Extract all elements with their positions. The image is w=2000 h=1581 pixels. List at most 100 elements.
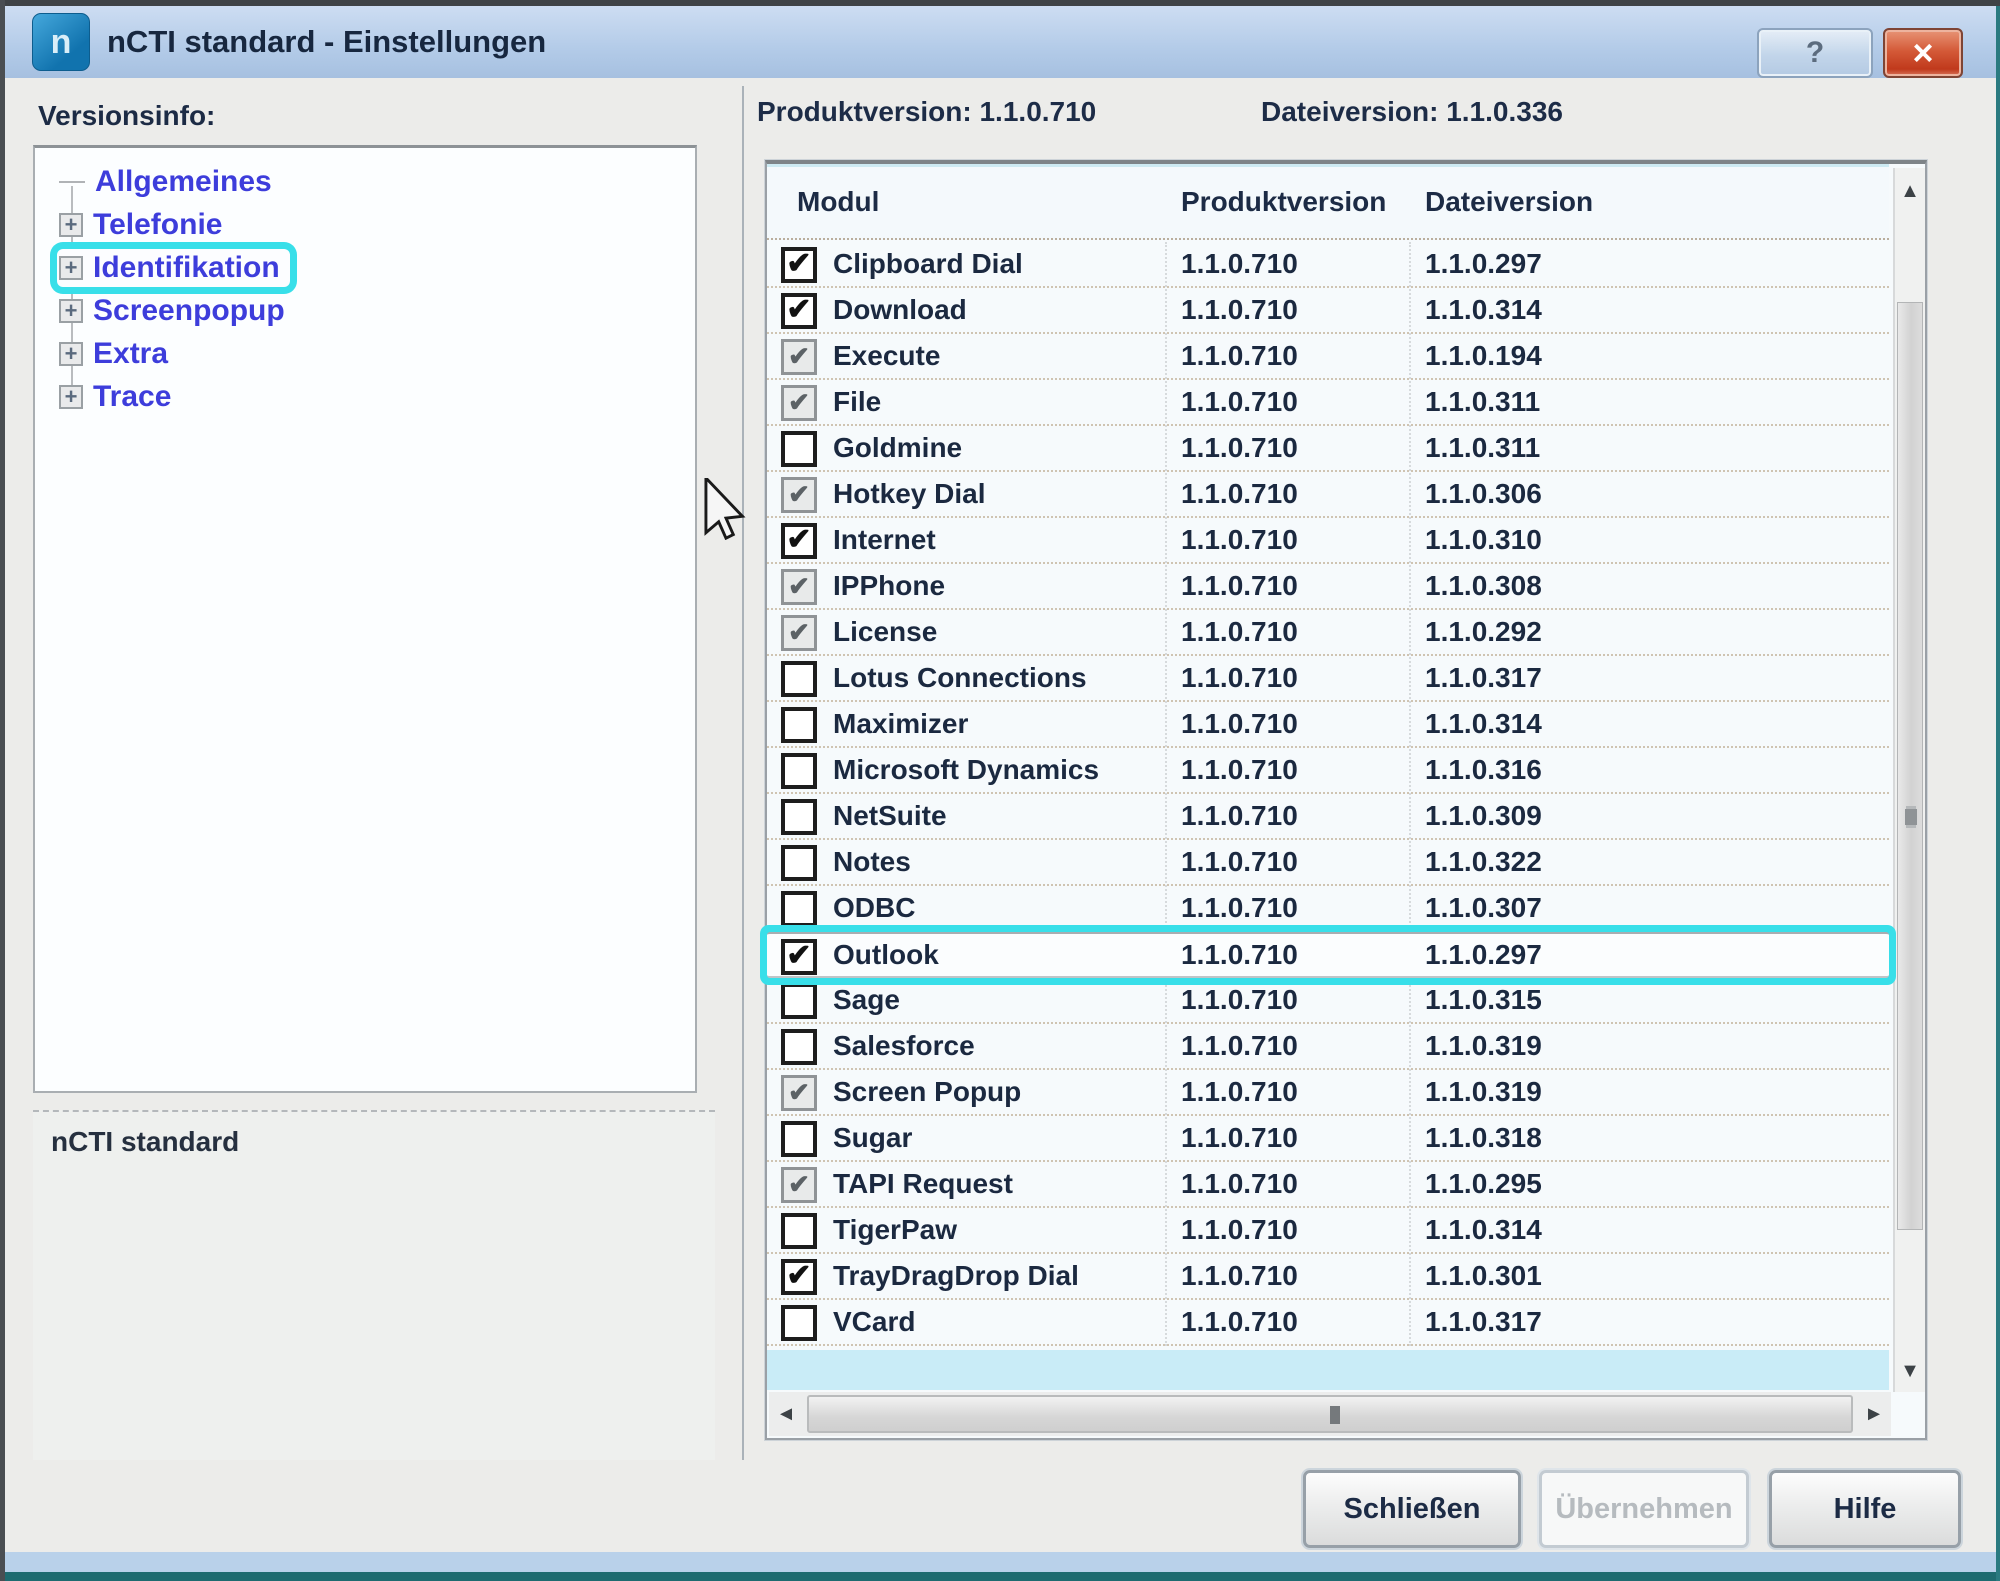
table-row[interactable]: Salesforce 1.1.0.710 1.1.0.319 — [767, 1024, 1889, 1070]
horizontal-scrollbar-thumb[interactable] — [807, 1395, 1853, 1433]
column-header-modul[interactable]: Modul — [797, 186, 879, 218]
table-row[interactable]: Lotus Connections 1.1.0.710 1.1.0.317 — [767, 656, 1889, 702]
module-checkbox[interactable]: ✔ — [781, 1075, 817, 1111]
module-checkbox[interactable] — [781, 1121, 817, 1157]
close-button[interactable]: × — [1883, 28, 1963, 78]
help-button[interactable]: ? — [1757, 28, 1873, 78]
table-row[interactable]: VCard 1.1.0.710 1.1.0.317 — [767, 1300, 1889, 1346]
module-checkbox[interactable] — [781, 1213, 817, 1249]
module-checkbox[interactable]: ✔ — [781, 1167, 817, 1203]
window-border — [1996, 0, 2000, 1581]
module-name: VCard — [833, 1306, 915, 1338]
table-row[interactable]: Microsoft Dynamics 1.1.0.710 1.1.0.316 — [767, 748, 1889, 794]
dateiversion-header: Dateiversion: 1.1.0.336 — [1261, 96, 1563, 128]
module-dateiversion: 1.1.0.317 — [1425, 662, 1542, 694]
scrollbar-left-icon[interactable]: ◄ — [771, 1399, 801, 1429]
tree-item-label: Identifikation — [93, 251, 280, 285]
module-checkbox[interactable] — [781, 799, 817, 835]
scrollbar-up-icon[interactable]: ▲ — [1895, 176, 1925, 206]
tree-item-extra[interactable]: + Extra — [35, 332, 695, 375]
module-checkbox[interactable] — [781, 661, 817, 697]
hilfe-button[interactable]: Hilfe — [1769, 1470, 1961, 1548]
scrollbar-down-icon[interactable]: ▼ — [1895, 1356, 1925, 1386]
versionsinfo-label: Versionsinfo: — [38, 100, 215, 132]
module-produktversion: 1.1.0.710 — [1181, 892, 1298, 924]
vertical-scrollbar[interactable]: ▲ ▼ — [1893, 168, 1925, 1392]
table-row[interactable]: Maximizer 1.1.0.710 1.1.0.314 — [767, 702, 1889, 748]
module-checkbox[interactable]: ✔ — [781, 477, 817, 513]
expand-plus-icon[interactable]: + — [59, 385, 83, 409]
scrollbar-right-icon[interactable]: ► — [1859, 1399, 1889, 1429]
table-row[interactable]: ✔ TAPI Request 1.1.0.710 1.1.0.295 — [767, 1162, 1889, 1208]
module-checkbox[interactable]: ✔ — [781, 569, 817, 605]
tree-item-label: Extra — [93, 337, 168, 371]
expand-plus-icon[interactable]: + — [59, 256, 83, 280]
vertical-scrollbar-thumb[interactable] — [1897, 302, 1923, 1230]
module-checkbox[interactable] — [781, 983, 817, 1019]
titlebar[interactable]: n nCTI standard - Einstellungen ? × — [5, 6, 1996, 78]
table-row[interactable]: Goldmine 1.1.0.710 1.1.0.311 — [767, 426, 1889, 472]
table-row[interactable]: NetSuite 1.1.0.710 1.1.0.309 — [767, 794, 1889, 840]
module-name: Screen Popup — [833, 1076, 1021, 1108]
window-border — [0, 1572, 2000, 1581]
horizontal-scrollbar[interactable]: ◄ ► — [769, 1392, 1891, 1436]
module-checkbox[interactable] — [781, 431, 817, 467]
module-checkbox[interactable] — [781, 1305, 817, 1341]
module-produktversion: 1.1.0.710 — [1181, 524, 1298, 556]
schliessen-button[interactable]: Schließen — [1303, 1470, 1521, 1548]
module-checkbox[interactable] — [781, 753, 817, 789]
app-icon: n — [32, 13, 90, 71]
tree-item-allgemeines[interactable]: Allgemeines — [35, 160, 695, 203]
module-checkbox[interactable]: ✔ — [781, 339, 817, 375]
expand-plus-icon[interactable]: + — [59, 342, 83, 366]
table-row[interactable]: TigerPaw 1.1.0.710 1.1.0.314 — [767, 1208, 1889, 1254]
table-row[interactable]: ODBC 1.1.0.710 1.1.0.307 — [767, 886, 1889, 932]
table-row[interactable]: ✔ Download 1.1.0.710 1.1.0.314 — [767, 288, 1889, 334]
module-name: Salesforce — [833, 1030, 975, 1062]
column-header-produktversion[interactable]: Produktversion — [1181, 186, 1386, 218]
table-row[interactable]: ✔ Outlook 1.1.0.710 1.1.0.297 — [767, 932, 1889, 978]
tree-item-trace[interactable]: + Trace — [35, 375, 695, 418]
module-checkbox[interactable] — [781, 891, 817, 927]
module-checkbox[interactable]: ✔ — [781, 385, 817, 421]
table-row[interactable]: ✔ File 1.1.0.710 1.1.0.311 — [767, 380, 1889, 426]
column-header-dateiversion[interactable]: Dateiversion — [1425, 186, 1593, 218]
profile-name: nCTI standard — [51, 1126, 239, 1157]
module-dateiversion: 1.1.0.297 — [1425, 939, 1542, 971]
tree-item-screenpopup[interactable]: + Screenpopup — [35, 289, 695, 332]
module-checkbox[interactable] — [781, 707, 817, 743]
expand-plus-icon[interactable]: + — [59, 213, 83, 237]
check-icon: ✔ — [786, 941, 811, 971]
module-checkbox[interactable]: ✔ — [781, 1259, 817, 1295]
module-produktversion: 1.1.0.710 — [1181, 984, 1298, 1016]
module-checkbox[interactable]: ✔ — [781, 523, 817, 559]
module-checkbox[interactable]: ✔ — [781, 247, 817, 283]
tree-item-telefonie[interactable]: + Telefonie — [35, 203, 695, 246]
table-row[interactable]: ✔ TrayDragDrop Dial 1.1.0.710 1.1.0.301 — [767, 1254, 1889, 1300]
panel-divider — [742, 86, 744, 1460]
table-row[interactable]: ✔ Hotkey Dial 1.1.0.710 1.1.0.306 — [767, 472, 1889, 518]
module-name: Download — [833, 294, 967, 326]
scrollbar-grip-icon — [1330, 1406, 1340, 1424]
module-checkbox[interactable]: ✔ — [781, 939, 817, 975]
module-checkbox[interactable]: ✔ — [781, 615, 817, 651]
table-row[interactable]: ✔ Clipboard Dial 1.1.0.710 1.1.0.297 — [767, 242, 1889, 288]
table-row[interactable]: ✔ Execute 1.1.0.710 1.1.0.194 — [767, 334, 1889, 380]
table-row[interactable]: ✔ IPPhone 1.1.0.710 1.1.0.308 — [767, 564, 1889, 610]
expand-plus-icon[interactable]: + — [59, 299, 83, 323]
table-row[interactable]: ✔ License 1.1.0.710 1.1.0.292 — [767, 610, 1889, 656]
table-row[interactable]: ✔ Internet 1.1.0.710 1.1.0.310 — [767, 518, 1889, 564]
module-checkbox[interactable] — [781, 1029, 817, 1065]
uebernehmen-button[interactable]: Übernehmen — [1539, 1470, 1749, 1548]
module-name: ODBC — [833, 892, 915, 924]
table-row[interactable]: Sage 1.1.0.710 1.1.0.315 — [767, 978, 1889, 1024]
module-checkbox[interactable] — [781, 845, 817, 881]
check-icon: ✔ — [788, 343, 810, 369]
table-row[interactable]: ✔ Screen Popup 1.1.0.710 1.1.0.319 — [767, 1070, 1889, 1116]
tree-item-identifikation[interactable]: + Identifikation — [35, 246, 695, 289]
table-row[interactable]: Notes 1.1.0.710 1.1.0.322 — [767, 840, 1889, 886]
module-dateiversion: 1.1.0.297 — [1425, 248, 1542, 280]
tree-item-label: Allgemeines — [95, 165, 272, 199]
table-row[interactable]: Sugar 1.1.0.710 1.1.0.318 — [767, 1116, 1889, 1162]
module-checkbox[interactable]: ✔ — [781, 293, 817, 329]
